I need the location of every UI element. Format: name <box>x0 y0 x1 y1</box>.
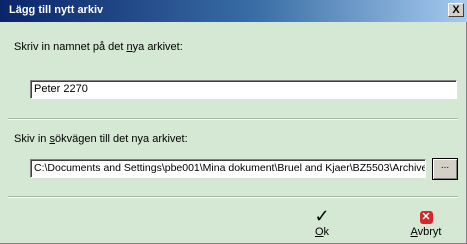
close-icon: X <box>452 4 460 16</box>
dialog-window: Lägg till nytt arkiv X Skriv in namnet p… <box>0 0 467 244</box>
cancel-icon-wrap: ✕ <box>400 208 452 226</box>
ok-icon-wrap: ✓ <box>296 208 348 226</box>
archive-path-input[interactable]: C:\Documents and Settings\pbe001\Mina do… <box>30 159 426 178</box>
ok-label-accesskey: O <box>314 226 324 238</box>
archive-name-label-text: Skriv in namnet på det <box>14 41 127 53</box>
cancel-label-rest: vbryt <box>417 226 442 238</box>
cancel-label-accesskey: A <box>410 226 418 238</box>
archive-path-label-text: Skiv in <box>14 133 50 145</box>
separator-bottom <box>8 196 458 198</box>
separator <box>8 118 458 120</box>
close-button[interactable]: X <box>448 3 464 17</box>
cancel-x-icon: ✕ <box>419 211 433 224</box>
ok-label-rest: k <box>323 226 330 238</box>
cancel-label: Avbryt <box>400 226 452 238</box>
archive-path-label-text-rest: ökvägen till det nya arkivet: <box>54 133 188 145</box>
archive-name-label-text-rest: ya arkivet: <box>132 41 183 53</box>
archive-name-input[interactable]: Peter 2270 <box>30 80 457 99</box>
cancel-button[interactable]: ✕ Avbryt <box>400 208 452 240</box>
archive-path-label: Skiv in sökvägen till det nya arkivet: <box>14 133 188 145</box>
checkmark-icon: ✓ <box>314 206 330 227</box>
archive-name-label: Skriv in namnet på det nya arkivet: <box>14 41 183 53</box>
dialog-title: Lägg till nytt arkiv <box>9 4 104 16</box>
browse-button[interactable]: ... <box>432 158 458 180</box>
ok-label: Ok <box>296 226 348 238</box>
ok-button[interactable]: ✓ Ok <box>296 208 348 240</box>
browse-ellipsis: ... <box>440 160 450 171</box>
title-bar[interactable]: Lägg till nytt arkiv X <box>0 0 467 22</box>
